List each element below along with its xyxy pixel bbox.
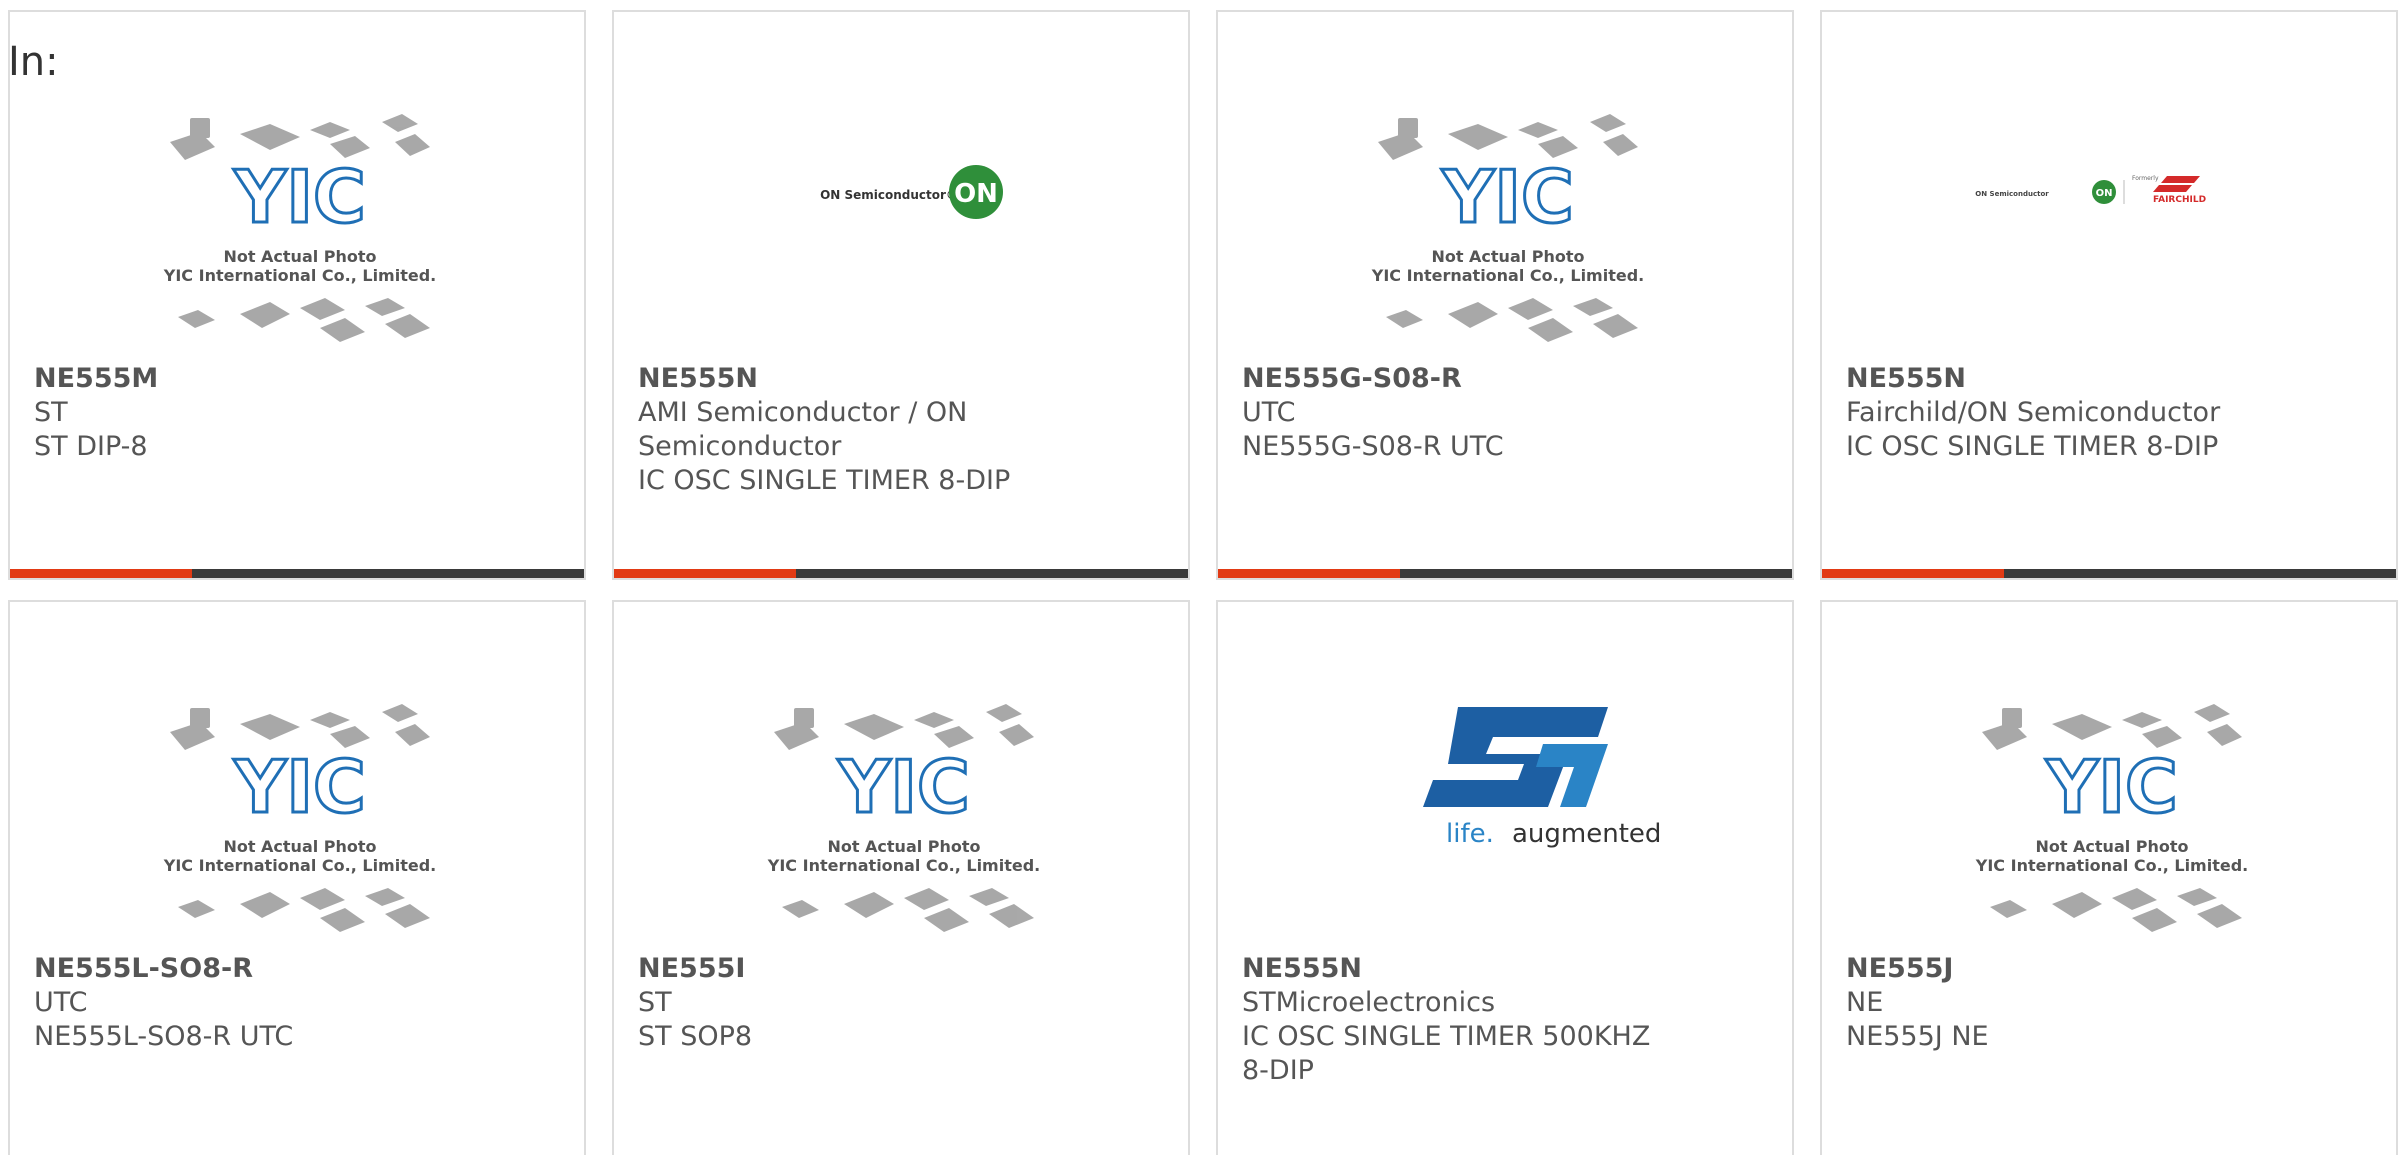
card-bar-accent: [614, 569, 796, 578]
product-card[interactable]: life. augmented NE555N STMicroelectronic…: [1216, 600, 1794, 1155]
product-image: ON Semiconductor ON Formerly FAIRCHILD: [1822, 92, 2396, 352]
part-number[interactable]: NE555J: [1846, 952, 2366, 986]
product-card[interactable]: YIC Not Actual Photo YIC International C…: [612, 600, 1190, 1155]
on-logo-badge-text: ON: [954, 179, 998, 209]
manufacturer: STMicroelectronics: [1242, 987, 1496, 1018]
part-number[interactable]: NE555N: [1846, 362, 2366, 396]
image-caption-line1: Not Actual Photo: [2035, 837, 2188, 856]
product-card[interactable]: YIC Not Actual Photo YIC International C…: [1216, 10, 1794, 580]
card-bar-accent: [1822, 569, 2004, 578]
image-caption-line2: YIC International Co., Limited.: [1975, 856, 2248, 875]
product-card[interactable]: YIC Not Actual Photo YIC International C…: [8, 600, 586, 1155]
manufacturer: ST: [34, 397, 68, 428]
card-bar: [614, 569, 1188, 578]
st-tagline-suffix: augmented: [1512, 819, 1661, 849]
on-logo-badge-text: ON: [2096, 188, 2113, 199]
on-semiconductor-logo-text: ON Semiconductor®: [820, 188, 958, 202]
on-semiconductor-logo-text: ON Semiconductor: [1975, 190, 2049, 198]
card-bar-accent: [1218, 569, 1400, 578]
part-number[interactable]: NE555N: [638, 362, 1158, 396]
yic-logo-text: YIC: [837, 745, 970, 829]
product-image: YIC Not Actual Photo YIC International C…: [10, 682, 584, 942]
card-bar-accent: [10, 569, 192, 578]
fairchild-logo-text: FAIRCHILD: [2153, 195, 2206, 205]
product-image: YIC Not Actual Photo YIC International C…: [1822, 682, 2396, 942]
product-image: YIC Not Actual Photo YIC International C…: [614, 682, 1188, 942]
manufacturer: ST: [638, 987, 672, 1018]
product-card[interactable]: ON Semiconductor® ON NE555N AMI Semicond…: [612, 10, 1190, 580]
yic-logo-text: YIC: [233, 745, 366, 829]
product-card[interactable]: ON Semiconductor ON Formerly FAIRCHILD N…: [1820, 10, 2398, 580]
product-image: life. augmented: [1218, 682, 1792, 942]
manufacturer: UTC: [34, 987, 88, 1018]
manufacturer: AMI Semiconductor / ON Semiconductor: [638, 397, 968, 462]
part-number[interactable]: NE555M: [34, 362, 554, 396]
product-card[interactable]: YIC Not Actual Photo YIC International C…: [1820, 600, 2398, 1155]
product-image: YIC Not Actual Photo YIC International C…: [1218, 92, 1792, 352]
image-caption-line1: Not Actual Photo: [1431, 247, 1584, 266]
part-number[interactable]: NE555L-SO8-R: [34, 952, 554, 986]
description: NE555J NE: [1846, 1021, 1989, 1052]
yic-logo-text: YIC: [1441, 155, 1574, 239]
yic-logo-text: YIC: [2045, 745, 2178, 829]
image-caption-line1: Not Actual Photo: [223, 837, 376, 856]
card-bar: [10, 569, 584, 578]
formerly-text: Formerly: [2132, 175, 2159, 182]
st-tagline-prefix: life.: [1446, 819, 1494, 849]
product-image: ON Semiconductor® ON: [614, 92, 1188, 352]
image-caption-line2: YIC International Co., Limited.: [163, 856, 436, 875]
part-number[interactable]: NE555G-S08-R: [1242, 362, 1762, 396]
product-card[interactable]: YIC Not Actual Photo YIC International C…: [8, 10, 586, 580]
description: ST DIP-8: [34, 431, 148, 462]
manufacturer: UTC: [1242, 397, 1296, 428]
description: IC OSC SINGLE TIMER 8-DIP: [1846, 431, 2219, 462]
description: NE555L-SO8-R UTC: [34, 1021, 294, 1052]
image-caption-line1: Not Actual Photo: [223, 247, 376, 266]
image-caption-line2: YIC International Co., Limited.: [163, 266, 436, 285]
product-image: YIC Not Actual Photo YIC International C…: [10, 92, 584, 352]
description: ST SOP8: [638, 1021, 753, 1052]
part-number[interactable]: NE555I: [638, 952, 1158, 986]
st-logo-mark: [1423, 707, 1608, 807]
manufacturer: NE: [1846, 987, 1884, 1018]
image-caption-line2: YIC International Co., Limited.: [1371, 266, 1644, 285]
in-label: In:: [8, 39, 59, 85]
description: IC OSC SINGLE TIMER 500KHZ 8-DIP: [1242, 1021, 1651, 1086]
fairchild-logo-mark: [2153, 176, 2200, 192]
description: IC OSC SINGLE TIMER 8-DIP: [638, 465, 1011, 496]
image-caption-line1: Not Actual Photo: [827, 837, 980, 856]
part-number[interactable]: NE555N: [1242, 952, 1762, 986]
product-grid-page: In: YIC Not Actual Photo YIC Internation…: [0, 0, 2400, 1155]
yic-logo-text: YIC: [233, 155, 366, 239]
card-bar: [1822, 569, 2396, 578]
description: NE555G-S08-R UTC: [1242, 431, 1504, 462]
manufacturer: Fairchild/ON Semiconductor: [1846, 397, 2221, 428]
card-bar: [1218, 569, 1792, 578]
image-caption-line2: YIC International Co., Limited.: [767, 856, 1040, 875]
